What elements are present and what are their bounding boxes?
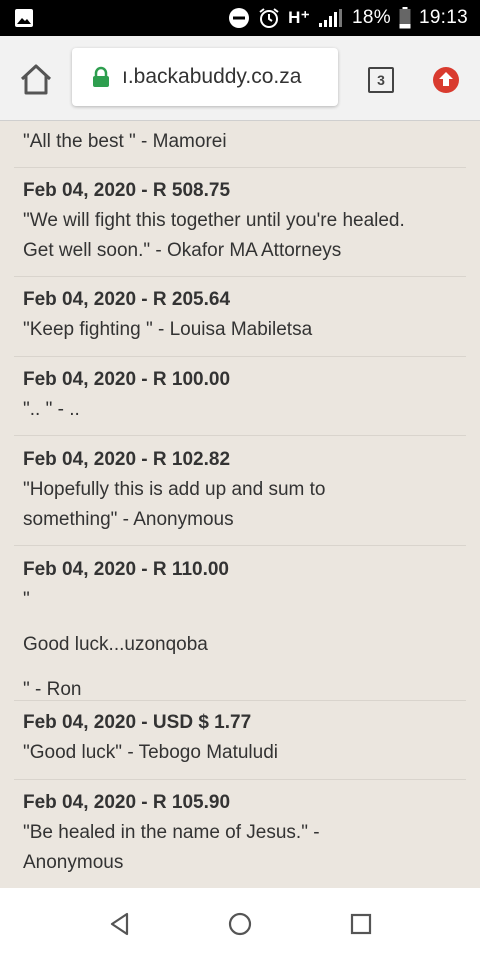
divider bbox=[14, 545, 466, 546]
divider bbox=[14, 700, 466, 701]
divider bbox=[14, 167, 466, 168]
donation-amount: R 508.75 bbox=[152, 180, 231, 201]
donation-header: Feb 04, 2020 - R 102.82 bbox=[23, 449, 231, 470]
do-not-disturb-icon bbox=[228, 7, 250, 29]
donation-message: something" - Anonymous bbox=[23, 509, 234, 530]
divider bbox=[14, 356, 466, 357]
donation-amount: R 205.64 bbox=[152, 289, 231, 310]
donation-amount: R 105.90 bbox=[152, 792, 231, 813]
browser-toolbar: ı.backabuddy.co.za 3 bbox=[0, 36, 480, 121]
list-item: Feb 04, 2020 - R 508.75 "We will fight t… bbox=[0, 176, 480, 266]
donation-date: Feb 04, 2020 bbox=[23, 289, 137, 310]
list-item: Feb 04, 2020 - USD $ 1.77 "Good luck" - … bbox=[0, 708, 480, 768]
list-item: Feb 04, 2020 - R 102.82 "Hopefully this … bbox=[0, 445, 480, 535]
image-icon bbox=[14, 8, 34, 28]
donation-date: Feb 04, 2020 bbox=[23, 559, 137, 580]
address-bar[interactable]: ı.backabuddy.co.za bbox=[72, 48, 338, 106]
donation-amount: R 110.00 bbox=[152, 559, 229, 580]
donation-amount: R 100.00 bbox=[152, 369, 231, 390]
battery-icon bbox=[399, 7, 411, 29]
list-item: "All the best " - Mamorei bbox=[0, 127, 480, 157]
donation-date: Feb 04, 2020 bbox=[23, 180, 137, 201]
donation-message: Get well soon." - Okafor MA Attorneys bbox=[23, 240, 342, 261]
donation-message: "We will fight this together until you'r… bbox=[23, 210, 405, 231]
signal-icon bbox=[318, 8, 344, 28]
donation-header: Feb 04, 2020 - R 100.00 bbox=[23, 369, 231, 390]
url-text: ı.backabuddy.co.za bbox=[122, 65, 302, 88]
list-item: Feb 04, 2020 - R 110.00 " Good luck...uz… bbox=[0, 555, 480, 705]
tabs-icon[interactable]: 3 bbox=[368, 67, 394, 93]
home-circle-icon[interactable] bbox=[227, 911, 253, 937]
divider bbox=[14, 779, 466, 780]
clock: 19:13 bbox=[418, 7, 468, 28]
lock-icon bbox=[92, 66, 110, 88]
donation-message: "Hopefully this is add up and sum to bbox=[23, 479, 326, 500]
donation-header: Feb 04, 2020 - USD $ 1.77 bbox=[23, 712, 252, 733]
donation-date: Feb 04, 2020 bbox=[23, 792, 137, 813]
donation-date: Feb 04, 2020 bbox=[23, 369, 137, 390]
donation-header: Feb 04, 2020 - R 105.90 bbox=[23, 792, 231, 813]
donation-message: "All the best " - Mamorei bbox=[23, 131, 227, 152]
donation-message: "Keep fighting " - Louisa Mabiletsa bbox=[23, 319, 313, 340]
home-icon[interactable] bbox=[18, 62, 54, 96]
donation-header: Feb 04, 2020 - R 205.64 bbox=[23, 289, 231, 310]
donation-message: "Be healed in the name of Jesus." - bbox=[23, 822, 320, 843]
list-item: Feb 04, 2020 - R 205.64 "Keep fighting "… bbox=[0, 285, 480, 345]
donation-date: Feb 04, 2020 bbox=[23, 449, 137, 470]
back-icon[interactable] bbox=[107, 911, 133, 937]
upload-icon[interactable] bbox=[432, 66, 460, 94]
donation-header: Feb 04, 2020 - R 110.00 bbox=[23, 559, 229, 580]
donation-message: " bbox=[23, 589, 30, 610]
list-item: Feb 04, 2020 - R 100.00 ".. " - .. bbox=[0, 365, 480, 425]
donation-header: Feb 04, 2020 - R 508.75 bbox=[23, 180, 231, 201]
donation-amount: USD $ 1.77 bbox=[152, 712, 252, 733]
donation-message: Good luck...uzonqoba bbox=[23, 634, 208, 655]
donation-message: "Good luck" - Tebogo Matuludi bbox=[23, 742, 279, 763]
battery-percent: 18% bbox=[352, 7, 391, 28]
divider bbox=[14, 276, 466, 277]
recents-icon[interactable] bbox=[348, 911, 374, 937]
donation-date: Feb 04, 2020 bbox=[23, 712, 137, 733]
donation-message: ".. " - .. bbox=[23, 399, 80, 420]
divider bbox=[14, 435, 466, 436]
system-nav-bar bbox=[0, 888, 480, 960]
status-bar: H⁺ 18% 19:13 bbox=[0, 0, 480, 36]
list-item: Feb 04, 2020 - R 105.90 "Be healed in th… bbox=[0, 788, 480, 878]
donation-amount: R 102.82 bbox=[152, 449, 231, 470]
network-type: H⁺ bbox=[288, 8, 311, 27]
donation-list: "All the best " - Mamorei Feb 04, 2020 -… bbox=[0, 121, 480, 888]
alarm-icon bbox=[258, 7, 280, 29]
donation-message: Anonymous bbox=[23, 852, 124, 873]
